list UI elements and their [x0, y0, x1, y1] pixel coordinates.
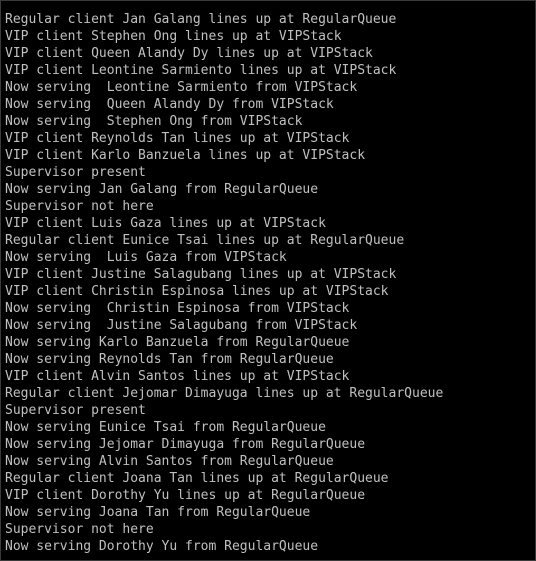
console-line: VIP client Justine Salagubang lines up a…	[5, 267, 397, 282]
console-line: Now serving Jejomar Dimayuga from Regula…	[5, 437, 366, 452]
console-line: Now serving Luis Gaza from VIPStack	[5, 250, 287, 265]
console-line: Regular client Joana Tan lines up at Reg…	[5, 471, 389, 486]
console-window: Regular client Jan Galang lines up at Re…	[0, 0, 536, 561]
console-line: Now serving Stephen Ong from VIPStack	[5, 114, 303, 129]
console-line: Now serving Alvin Santos from RegularQue…	[5, 454, 334, 469]
console-line: Now serving Leontine Sarmiento from VIPS…	[5, 80, 358, 95]
console-line: Now serving Dorothy Yu from RegularQueue	[5, 539, 319, 554]
console-line: VIP client Queen Alandy Dy lines up at V…	[5, 46, 373, 61]
console-line: VIP client Alvin Santos lines up at VIPS…	[5, 369, 350, 384]
console-line: Supervisor present	[5, 403, 146, 418]
console-line: Now serving Justine Salagubang from VIPS…	[5, 318, 358, 333]
console-line: Now serving Eunice Tsai from RegularQueu…	[5, 420, 326, 435]
console-line: Now serving Jan Galang from RegularQueue	[5, 182, 319, 197]
console-line: Now serving Reynolds Tan from RegularQue…	[5, 352, 334, 367]
console-line: Now serving Queen Alandy Dy from VIPStac…	[5, 97, 334, 112]
console-line: Now serving Joana Tan from RegularQueue	[5, 505, 311, 520]
console-line: Supervisor present	[5, 165, 146, 180]
console-output: Regular client Jan Galang lines up at Re…	[5, 11, 443, 555]
console-line: VIP client Reynolds Tan lines up at VIPS…	[5, 131, 350, 146]
console-line: Supervisor not here	[5, 522, 154, 537]
console-line: Now serving Karlo Banzuela from RegularQ…	[5, 335, 350, 350]
console-line: VIP client Stephen Ong lines up at VIPSt…	[5, 29, 342, 44]
console-line: VIP client Leontine Sarmiento lines up a…	[5, 63, 397, 78]
console-line: Regular client Eunice Tsai lines up at R…	[5, 233, 405, 248]
console-line: Now serving Christin Espinosa from VIPSt…	[5, 301, 350, 316]
console-line: VIP client Dorothy Yu lines up at Regula…	[5, 488, 366, 503]
console-line: VIP client Luis Gaza lines up at VIPStac…	[5, 216, 326, 231]
console-line: Regular client Jejomar Dimayuga lines up…	[5, 386, 444, 401]
console-line: VIP client Christin Espinosa lines up at…	[5, 284, 389, 299]
console-line: VIP client Karlo Banzuela lines up at VI…	[5, 148, 366, 163]
console-line: Regular client Jan Galang lines up at Re…	[5, 12, 397, 27]
console-line: Supervisor not here	[5, 199, 154, 214]
